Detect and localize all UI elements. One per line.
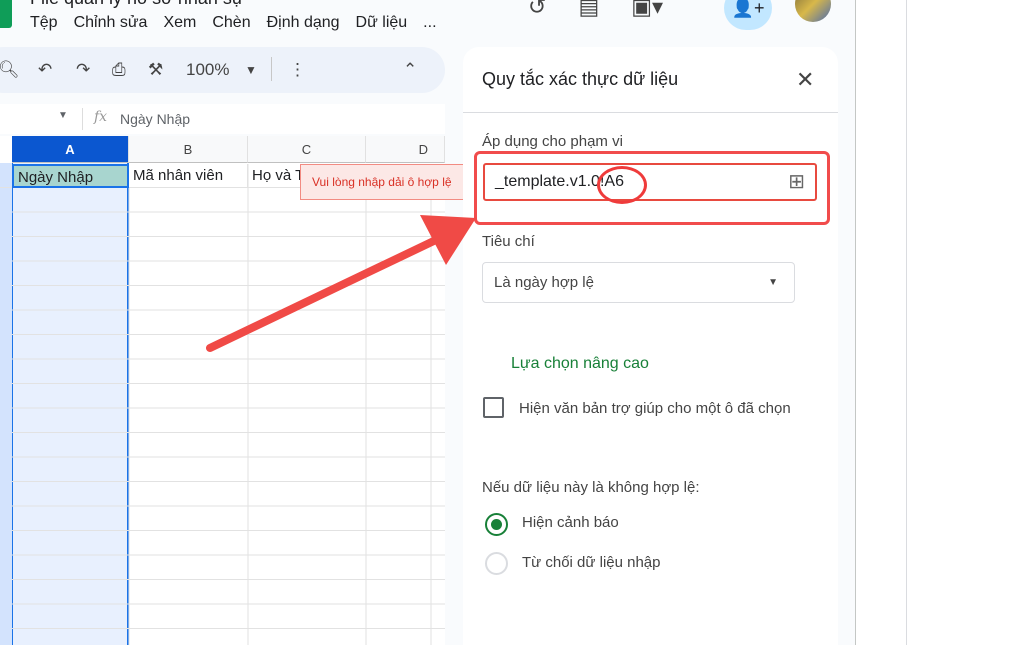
divider xyxy=(906,0,907,645)
annotation-arrow xyxy=(206,215,476,352)
divider xyxy=(855,0,856,645)
